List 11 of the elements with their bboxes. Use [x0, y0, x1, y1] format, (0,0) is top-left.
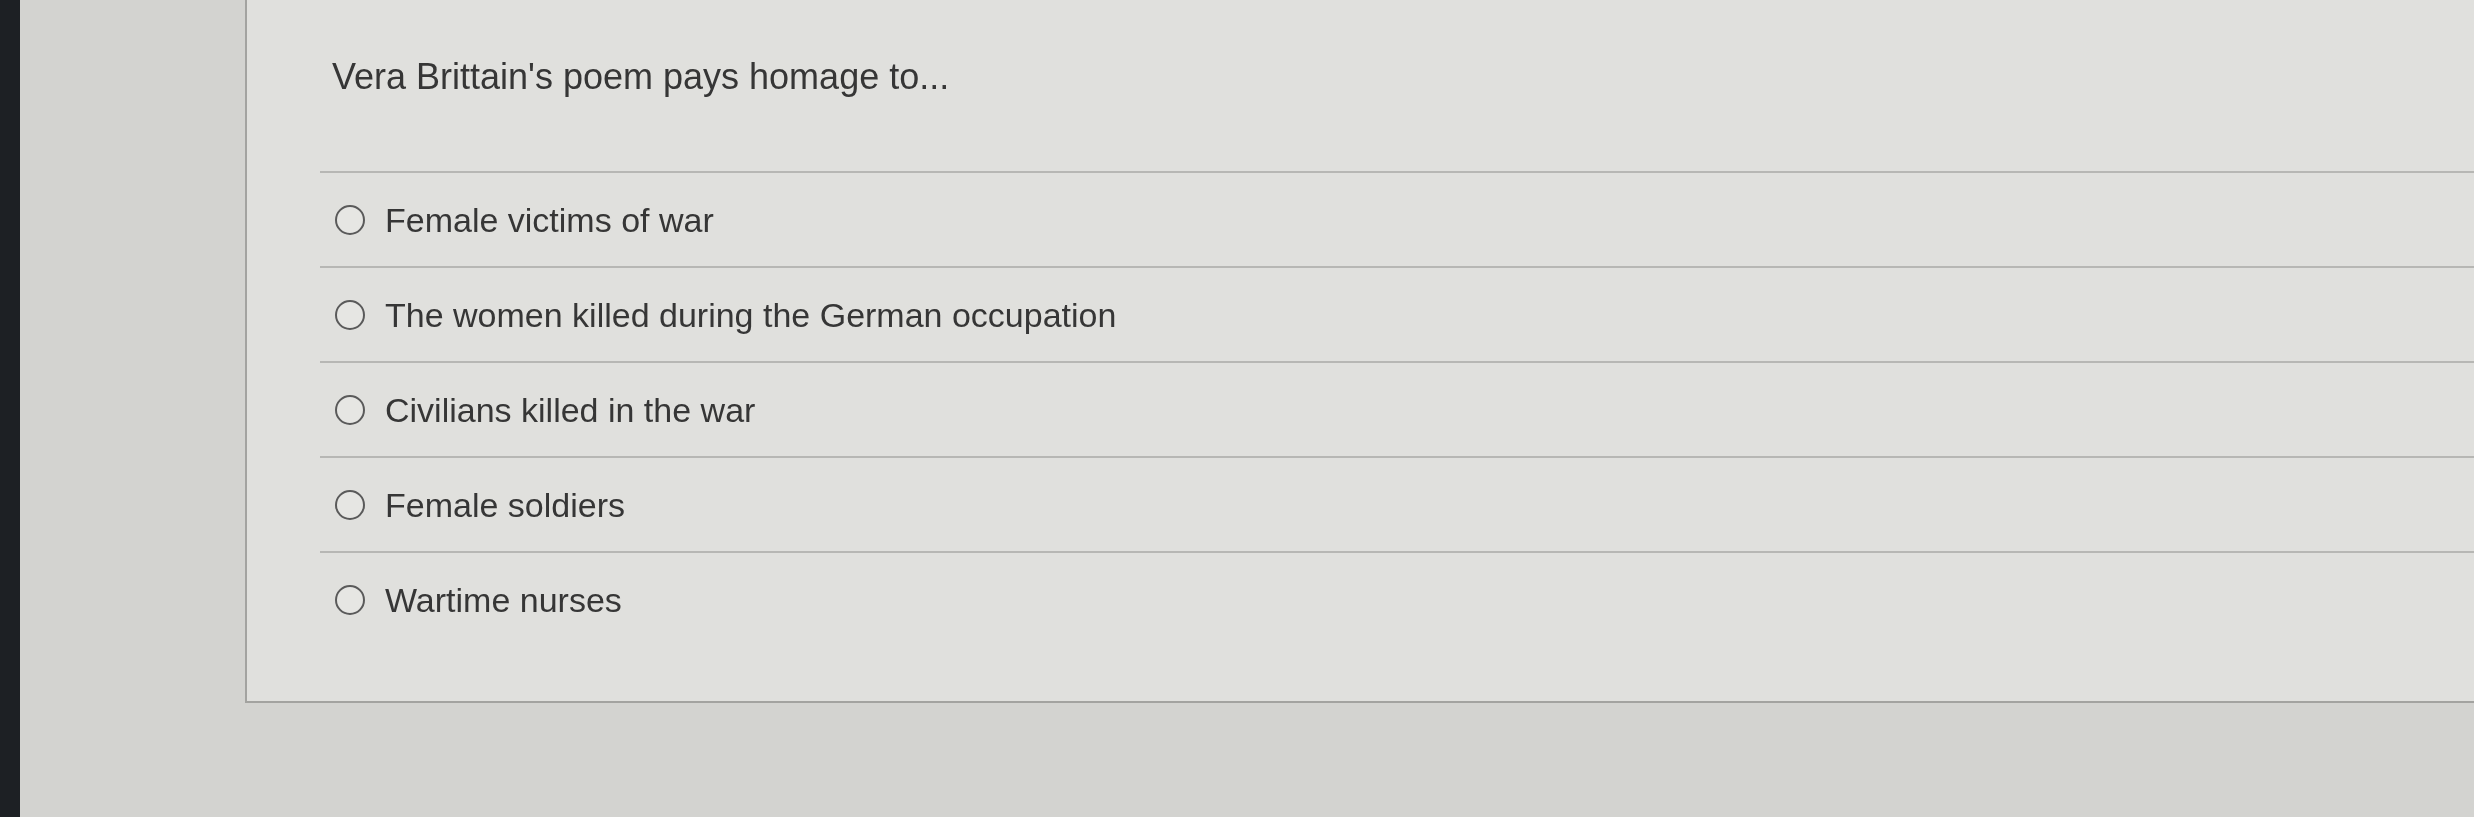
option-label[interactable]: Wartime nurses: [385, 578, 622, 621]
radio-button[interactable]: [335, 394, 365, 425]
question-text: Vera Brittain's poem pays homage to...: [331, 55, 950, 99]
radio-button[interactable]: [335, 584, 365, 615]
radio-button[interactable]: [335, 489, 365, 520]
option-label[interactable]: The women killed during the German occupation: [385, 293, 1117, 336]
radio-button[interactable]: [335, 299, 365, 330]
radio-button[interactable]: [335, 204, 365, 235]
option-label[interactable]: Female victims of war: [385, 198, 714, 241]
option-label[interactable]: Female soldiers: [385, 483, 625, 526]
option-label[interactable]: Civilians killed in the war: [385, 388, 756, 431]
